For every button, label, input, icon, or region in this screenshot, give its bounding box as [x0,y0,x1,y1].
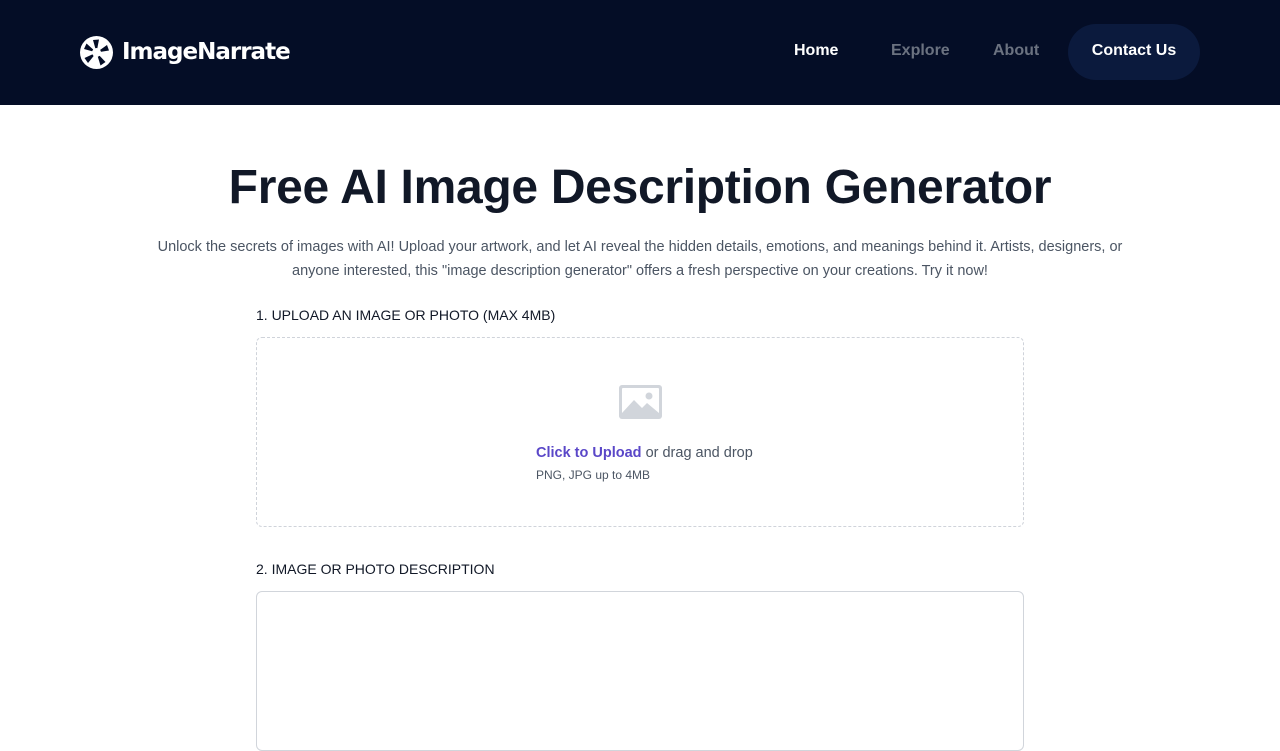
upload-dropzone[interactable]: Click to Upload or drag and drop PNG, JP… [256,337,1024,527]
nav-explore-link[interactable]: Explore [891,24,950,80]
page-subtitle: Unlock the secrets of images with AI! Up… [157,239,1123,279]
drag-drop-text: or drag and drop [641,445,753,461]
site-header: ImageNarrate Home Explore About Contact … [0,0,1280,105]
nav-home-link[interactable]: Home [794,24,838,80]
nav-about-link[interactable]: About [993,24,1039,80]
description-output[interactable] [256,591,1024,751]
upload-instructions: Click to Upload or drag and drop [536,443,753,463]
contact-us-button[interactable]: Contact Us [1068,24,1200,80]
page-title: Free AI Image Description Generator [228,161,1052,214]
main-nav: Home Explore About Contact Us [0,24,1280,80]
upload-section-label: 1. UPLOAD AN IMAGE OR PHOTO (MAX 4MB) [256,307,556,323]
description-section-label: 2. IMAGE OR PHOTO DESCRIPTION [256,561,495,577]
photo-icon [619,385,662,419]
file-type-hint: PNG, JPG up to 4MB [536,468,651,482]
click-to-upload-link[interactable]: Click to Upload [536,445,642,461]
